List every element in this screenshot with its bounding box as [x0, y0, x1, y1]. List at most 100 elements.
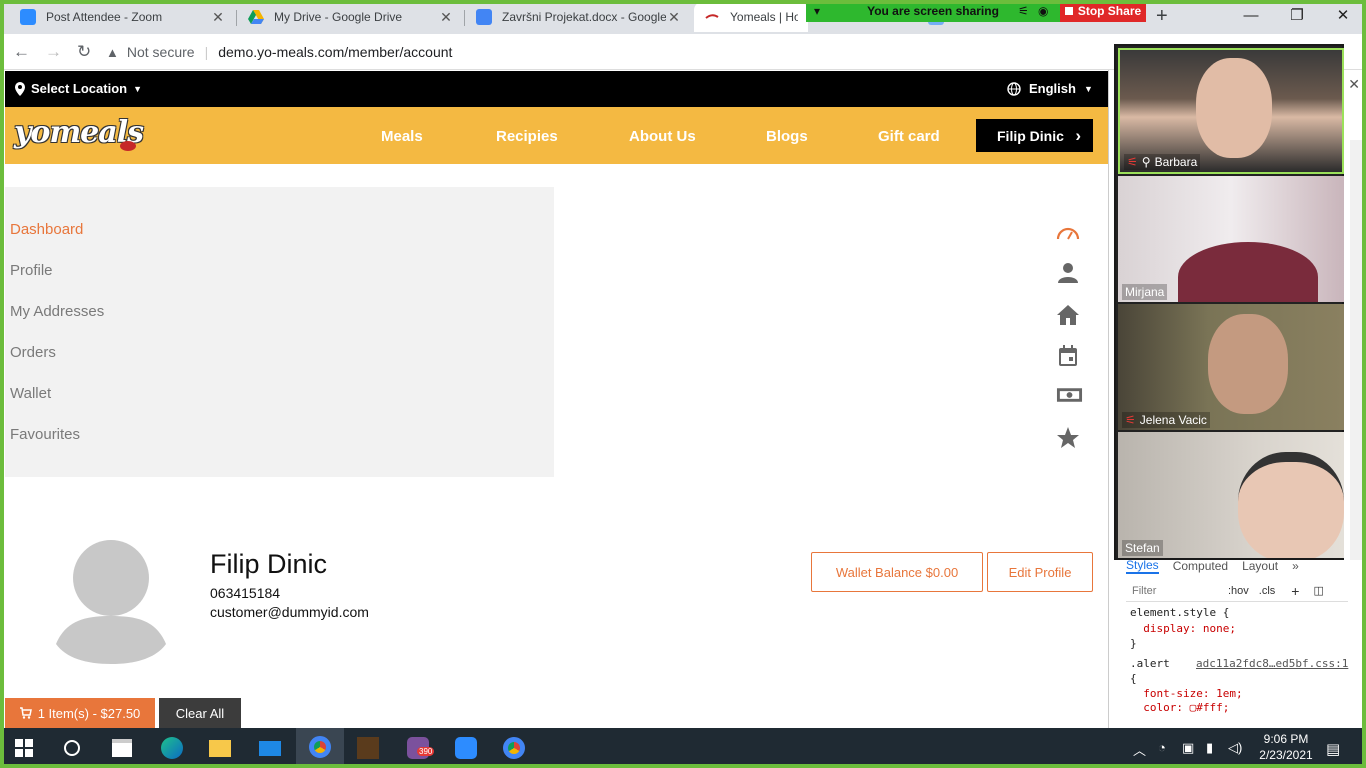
volume-icon[interactable]: ◁) [1228, 740, 1242, 756]
chrome-profile-icon[interactable] [296, 728, 344, 768]
close-tab-icon[interactable]: ✕ [210, 9, 226, 26]
file-explorer-icon[interactable] [196, 728, 244, 768]
video-tile-stefan[interactable]: Stefan [1118, 432, 1344, 558]
menu-orders[interactable]: Orders [10, 344, 56, 361]
divider: | [204, 44, 209, 60]
clock[interactable]: 9:06 PM 2/23/2021 [1256, 731, 1316, 763]
participant-name: Mirjana [1125, 285, 1165, 299]
close-window-icon[interactable]: ✕ [1320, 0, 1366, 30]
menu-profile[interactable]: Profile [10, 262, 53, 279]
speedometer-icon[interactable] [1056, 221, 1080, 245]
show-hidden-icons[interactable]: ︿ [1133, 740, 1146, 759]
edge-icon[interactable] [148, 728, 196, 768]
more-tabs-icon[interactable]: » [1292, 559, 1299, 573]
profile-phone: 063415184 [210, 585, 281, 601]
css-rule-line[interactable]: font-size: 1em; [1130, 687, 1242, 700]
tab-layout[interactable]: Layout [1242, 559, 1278, 573]
nav-recipies[interactable]: Recipies [496, 128, 558, 145]
language-dropdown[interactable]: English ▼ [1007, 81, 1093, 96]
menu-dashboard[interactable]: Dashboard [10, 221, 83, 238]
cortana-icon[interactable] [48, 728, 96, 768]
tab-google-docs[interactable]: Završni Projekat.docx - Google ✕ [466, 2, 692, 32]
video-tile-barbara[interactable]: ⚟ ⚲ Barbara [1118, 48, 1344, 174]
close-tab-icon[interactable]: ✕ [438, 9, 454, 26]
css-source-link[interactable]: adc11a2fdc8…ed5bf.css:1 [1196, 657, 1348, 670]
wallet-balance-button[interactable]: Wallet Balance $0.00 [811, 552, 983, 592]
screen-sharing-banner[interactable]: ▾ You are screen sharing ⚟ ◉ [806, 0, 1060, 22]
stop-icon [1064, 7, 1073, 15]
calendar-icon[interactable] [1056, 344, 1080, 368]
nav-meals[interactable]: Meals [381, 128, 423, 145]
video-tile-jelena[interactable]: ⚟ Jelena Vacic [1118, 304, 1344, 430]
video-tile-mirjana[interactable]: Mirjana [1118, 176, 1344, 302]
clear-all-button[interactable]: Clear All [159, 698, 241, 728]
cart-button[interactable]: 1 Item(s) - $27.50 [5, 698, 155, 728]
scrollbar[interactable] [1350, 140, 1366, 560]
new-tab-button[interactable]: + [1156, 5, 1168, 28]
edit-profile-button[interactable]: Edit Profile [987, 552, 1093, 592]
add-rule-icon[interactable]: + [1291, 583, 1299, 599]
back-icon[interactable]: ← [13, 42, 30, 62]
mic-muted-icon[interactable]: ⚟ [1018, 4, 1029, 18]
tab-styles[interactable]: Styles [1126, 558, 1159, 574]
store-icon[interactable] [98, 728, 146, 768]
mail-icon[interactable] [246, 728, 294, 768]
tab-computed[interactable]: Computed [1173, 559, 1228, 573]
zoom-app-icon[interactable] [442, 728, 490, 768]
select-location-dropdown[interactable]: Select Location ▼ [15, 81, 142, 96]
clock-date: 2/23/2021 [1259, 748, 1313, 762]
not-secure-label[interactable]: Not secure [127, 44, 195, 60]
url-text[interactable]: demo.yo-meals.com/member/account [218, 44, 452, 60]
yomeals-logo[interactable]: yomeals [14, 115, 144, 157]
menu-wallet[interactable]: Wallet [10, 385, 51, 402]
tab-title: Post Attendee - Zoom [46, 10, 163, 24]
windows-start-icon[interactable] [0, 728, 48, 768]
star-icon[interactable] [1056, 426, 1080, 450]
wallet-balance-label: Wallet Balance $0.00 [835, 564, 959, 580]
tab-yomeals[interactable]: Yomeals | Hom [694, 2, 808, 32]
css-rule-line[interactable]: color: ▢#fff; [1130, 701, 1229, 714]
nav-blogs[interactable]: Blogs [766, 128, 808, 145]
menu-my-addresses[interactable]: My Addresses [10, 303, 104, 320]
stop-share-button[interactable]: Stop Share [1060, 0, 1146, 22]
profile-name: Filip Dinic [210, 549, 328, 579]
browser-tab-strip: Post Attendee - Zoom ✕ My Drive - Google… [0, 0, 1366, 34]
user-icon[interactable] [1056, 261, 1080, 285]
nav-about-us[interactable]: About Us [629, 128, 696, 145]
hov-toggle[interactable]: :hov [1228, 585, 1249, 597]
close-tab-icon[interactable]: ✕ [666, 9, 682, 26]
viber-icon[interactable]: 390 [394, 728, 442, 768]
omnibox[interactable]: ▲ Not secure | demo.yo-meals.com/member/… [106, 39, 1106, 65]
close-devtools-icon[interactable]: ✕ [1348, 76, 1360, 93]
tab-title: My Drive - Google Drive [274, 10, 403, 24]
meet-now-icon[interactable]: ▣ [1182, 740, 1194, 756]
nav-gift-card[interactable]: Gift card [878, 128, 940, 145]
tab-zoom[interactable]: Post Attendee - Zoom ✕ [10, 2, 236, 32]
reload-icon[interactable]: ↻ [77, 42, 91, 62]
sidebar-toggle-icon[interactable]: ◫ [1313, 584, 1323, 597]
user-account-button[interactable]: Filip Dinic › [976, 119, 1093, 152]
microphone-icon[interactable]: ▮ [1206, 740, 1213, 756]
minimize-icon[interactable]: — [1228, 0, 1274, 30]
forward-icon[interactable]: → [45, 42, 62, 62]
home-icon[interactable] [1056, 303, 1080, 327]
cart-icon [19, 707, 32, 719]
chrome-icon[interactable] [490, 728, 538, 768]
game-icon[interactable] [344, 728, 392, 768]
money-icon[interactable] [1056, 383, 1083, 407]
tab-google-drive[interactable]: My Drive - Google Drive ✕ [238, 2, 464, 32]
warning-icon: ▲ [106, 44, 119, 60]
notifications-icon[interactable]: ▤ [1326, 740, 1340, 758]
account-menu-panel [5, 187, 554, 477]
wifi-icon[interactable]: ◔ [1158, 740, 1166, 755]
css-selector: .alert [1130, 657, 1170, 670]
notification-badge: 390 [417, 747, 435, 756]
location-label: Select Location [31, 81, 128, 96]
participant-video [1178, 242, 1318, 302]
restore-icon[interactable]: ❐ [1274, 0, 1320, 30]
styles-filter-input[interactable] [1132, 584, 1220, 597]
logo-dot [120, 141, 136, 151]
cls-toggle[interactable]: .cls [1259, 585, 1276, 597]
css-rule-line[interactable]: display: none; [1130, 622, 1236, 635]
menu-favourites[interactable]: Favourites [10, 426, 80, 443]
